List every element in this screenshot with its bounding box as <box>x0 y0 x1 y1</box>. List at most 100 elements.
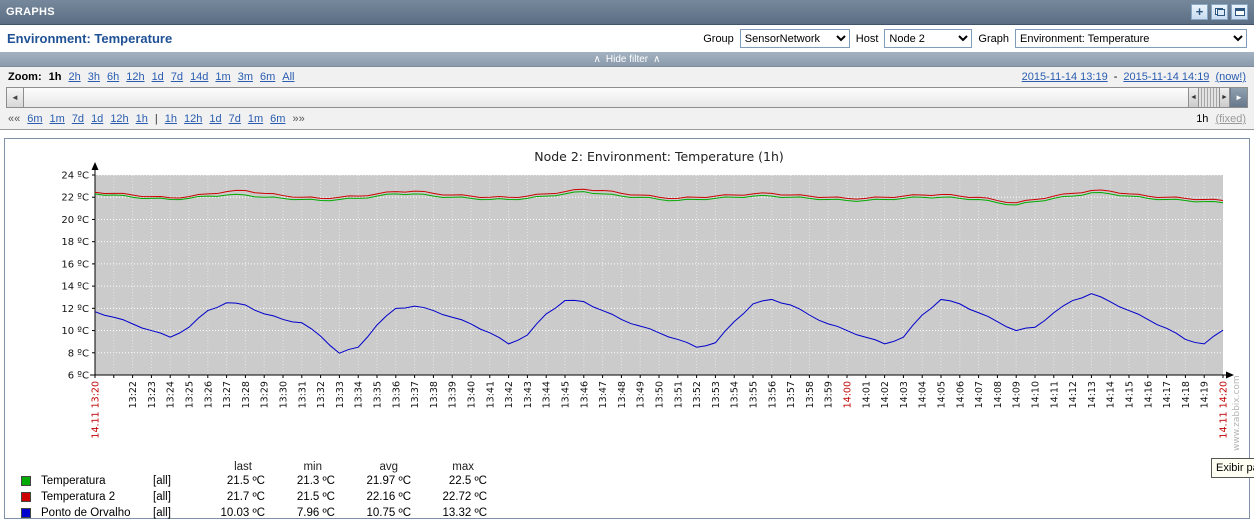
plus-icon: + <box>1195 4 1204 19</box>
current-period-value: 1h <box>1196 113 1209 125</box>
x-tick-label: 14:05 <box>937 381 948 408</box>
x-tick-label: 13:23 <box>147 381 158 408</box>
x-tick-label: 14:13 <box>1087 381 1098 408</box>
thumb-left-handle[interactable]: ◄ <box>1188 88 1199 107</box>
nav-back-6m[interactable]: 6m <box>27 113 42 125</box>
graph-selectors: Group SensorNetwork Host Node 2 Graph En… <box>703 29 1247 48</box>
nav-back-1h[interactable]: 1h <box>136 113 148 125</box>
legend-series-scope: [all] <box>153 507 171 519</box>
x-tick-label: 13:38 <box>429 381 440 408</box>
fixed-toggle-link[interactable]: (fixed) <box>1215 113 1246 125</box>
time-scrollbar-track[interactable]: ◄ ◄ ► ► <box>6 87 1248 108</box>
nav-back-7d[interactable]: 7d <box>72 113 84 125</box>
zoom-link-1d[interactable]: 1d <box>152 71 164 83</box>
zoom-link-6m[interactable]: 6m <box>260 71 275 83</box>
nav-next-button[interactable]: »» <box>292 113 304 125</box>
group-select[interactable]: SensorNetwork <box>739 29 850 48</box>
x-tick-label: 14:16 <box>1143 381 1154 408</box>
legend-value: 21.97 ºC <box>366 475 411 487</box>
graph-select[interactable]: Environment: Temperature <box>1015 29 1247 48</box>
zoom-row: Zoom: 1h 2h 3h 6h 12h 1d 7d 14d 1m 3m 6m… <box>0 67 1254 85</box>
fullscreen-button[interactable] <box>1231 4 1248 20</box>
x-tick-label: 13:36 <box>391 381 402 408</box>
nav-fwd-6m[interactable]: 6m <box>270 113 285 125</box>
x-tick-label: 13:39 <box>448 381 459 408</box>
x-tick-label: 13:50 <box>655 381 666 408</box>
chevron-up-icon: ∧ <box>593 53 601 65</box>
y-tick-label: 8 ºC <box>68 348 89 359</box>
zoom-link-3m[interactable]: 3m <box>238 71 253 83</box>
period-nav-row: «« 6m 1m 7d 1d 12h 1h | 1h 12h 1d 7d 1m … <box>0 110 1254 129</box>
x-tick-label: 13:27 <box>222 381 233 408</box>
x-tick-label: 14:15 <box>1125 381 1136 408</box>
x-tick-label: 13:40 <box>467 381 478 408</box>
x-tick-label: 13:45 <box>561 381 572 408</box>
time-scrollbar-thumb[interactable]: ◄ ► <box>1188 88 1230 107</box>
x-tick-label: 13:59 <box>824 381 835 408</box>
legend-value: 10.03 ºC <box>220 507 265 519</box>
x-tick-label: 14:19 <box>1200 381 1211 408</box>
tooltip-text: Exibir pa <box>1216 462 1254 474</box>
x-tick-label: 13:25 <box>185 381 196 408</box>
header-row: Environment: Temperature Group SensorNet… <box>0 25 1254 52</box>
now-link[interactable]: (now!) <box>1215 71 1246 83</box>
date-from-link[interactable]: 2015-11-14 13:19 <box>1022 71 1108 83</box>
window-mode-button[interactable] <box>1211 4 1228 20</box>
y-tick-label: 16 ºC <box>61 259 89 270</box>
zoom-link-14d[interactable]: 14d <box>190 71 208 83</box>
y-axis-arrow <box>91 162 99 170</box>
legend-series-scope: [all] <box>153 475 171 487</box>
zoom-link-12h[interactable]: 12h <box>126 71 144 83</box>
zoom-link-all[interactable]: All <box>282 71 294 83</box>
x-tick-label: 13:58 <box>805 381 816 408</box>
y-tick-label: 6 ºC <box>68 371 89 382</box>
x-tick-label: 13:51 <box>673 381 684 408</box>
zoom-link-7d[interactable]: 7d <box>171 71 183 83</box>
title-bar: GRAPHS + <box>0 0 1254 25</box>
zoom-selected: 1h <box>48 71 62 83</box>
nav-divider: | <box>154 113 158 125</box>
x-tick-label: 13:47 <box>598 381 609 408</box>
x-tick-label: 13:24 <box>166 381 177 408</box>
scrollbar-left-arrow[interactable]: ◄ <box>7 88 24 107</box>
nav-fwd-1h[interactable]: 1h <box>165 113 177 125</box>
scroll-row: ◄ ◄ ► ► <box>0 85 1254 110</box>
arrow-left-icon: ◄ <box>11 93 19 102</box>
nav-fwd-7d[interactable]: 7d <box>229 113 241 125</box>
nav-back-12h[interactable]: 12h <box>110 113 128 125</box>
thumb-grip[interactable] <box>1199 88 1219 107</box>
zoom-link-3h[interactable]: 3h <box>88 71 100 83</box>
x-tick-label: 13:53 <box>711 381 722 408</box>
nav-back-1m[interactable]: 1m <box>50 113 65 125</box>
nav-prev-button[interactable]: «« <box>8 113 20 125</box>
hide-filter-label: Hide filter <box>605 53 649 65</box>
nav-fwd-1d[interactable]: 1d <box>209 113 221 125</box>
x-tick-label: 14:14 <box>1106 381 1117 408</box>
time-range: 2015-11-14 13:19 - 2015-11-14 14:19 (now… <box>1022 71 1246 83</box>
graph-canvas[interactable]: Node 2: Environment: Temperature (1h) 24 … <box>11 143 1247 455</box>
hide-filter-toggle[interactable]: ∧ Hide filter ∧ <box>0 52 1254 67</box>
scrollbar-right-arrow[interactable]: ► <box>1230 88 1247 107</box>
nav-fwd-1m[interactable]: 1m <box>248 113 263 125</box>
x-tick-label: 14:12 <box>1068 381 1079 408</box>
x-tick-label: 13:31 <box>297 381 308 408</box>
date-to-link[interactable]: 2015-11-14 14:19 <box>1123 71 1209 83</box>
graph-panel: Node 2: Environment: Temperature (1h) 24 … <box>4 138 1250 519</box>
legend-series-scope: [all] <box>153 491 171 503</box>
nav-back-1d[interactable]: 1d <box>91 113 103 125</box>
favourites-add-button[interactable]: + <box>1191 4 1208 20</box>
zoom-link-2h[interactable]: 2h <box>68 71 80 83</box>
x-tick-label: 14.11 13:20 <box>91 381 102 439</box>
host-select[interactable]: Node 2 <box>884 29 973 48</box>
x-tick-label: 14:10 <box>1031 381 1042 408</box>
legend-value: 21.7 ºC <box>226 491 265 503</box>
x-tick-label: 13:35 <box>373 381 384 408</box>
zoom-link-1m[interactable]: 1m <box>215 71 230 83</box>
nav-fwd-12h[interactable]: 12h <box>184 113 202 125</box>
x-tick-label: 13:41 <box>485 381 496 408</box>
legend-value: 22.16 ºC <box>366 491 411 503</box>
thumb-right-handle[interactable]: ► <box>1219 88 1230 107</box>
legend-swatch-blue <box>21 508 31 518</box>
zoom-link-6h[interactable]: 6h <box>107 71 119 83</box>
y-tick-label: 20 ºC <box>61 215 89 226</box>
